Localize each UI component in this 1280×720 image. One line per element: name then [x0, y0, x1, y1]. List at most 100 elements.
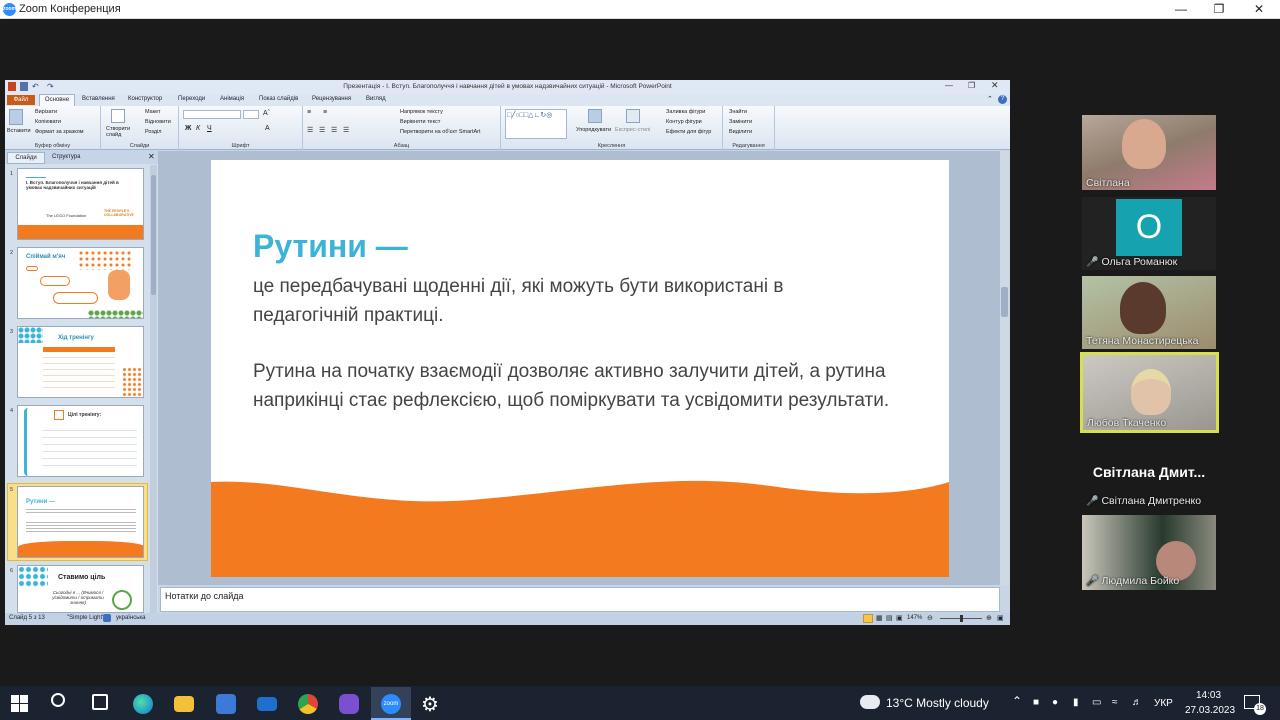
shapes-gallery[interactable]: □╱○□□△∟↻◎	[505, 109, 567, 139]
ppt-close-button[interactable]: ✕	[991, 80, 999, 91]
normal-view-icon[interactable]	[863, 614, 873, 623]
reading-view-icon[interactable]: ▤	[886, 614, 893, 622]
arrange-button[interactable]: Упорядкувати	[576, 127, 611, 133]
smartart-button[interactable]: Перетворити на об'єкт SmartArt	[400, 129, 481, 135]
tab-file[interactable]: Файл	[7, 95, 35, 105]
new-slide-button[interactable]: Створити слайд	[106, 126, 132, 138]
restore-icon[interactable]: ❐	[1204, 1, 1234, 18]
reset-button[interactable]: Відновити	[145, 119, 171, 125]
slide-thumb-6[interactable]: Ставимо ціль Сьогодні я ... (Вчимося / у…	[17, 565, 144, 613]
search-icon[interactable]	[51, 693, 65, 707]
clock-date[interactable]: 27.03.2023	[1185, 705, 1235, 716]
section-button[interactable]: Розділ	[145, 129, 161, 135]
participant-tile-active[interactable]: Любов Ткаченко	[1080, 352, 1219, 433]
slide-thumb-3[interactable]: Хід тренінгу	[17, 326, 144, 398]
store-icon[interactable]	[216, 694, 236, 714]
format-painter-button[interactable]: Формат за зразком	[35, 129, 84, 135]
underline-icon[interactable]: Ч	[207, 125, 212, 132]
chrome-icon[interactable]	[298, 694, 318, 714]
bold-icon[interactable]: Ж	[185, 125, 191, 132]
align-left-icon[interactable]: ☰	[307, 126, 313, 134]
weather-icon[interactable]	[860, 695, 880, 709]
start-icon[interactable]	[11, 695, 28, 712]
shape-outline-button[interactable]: Контур фігури	[666, 119, 702, 125]
battery-icon[interactable]: ▭	[1092, 697, 1101, 708]
paste-button[interactable]: Вставити	[7, 128, 31, 134]
participant-tile[interactable]: Тетяна Монастирецька	[1082, 276, 1216, 349]
editor-scroll-thumb[interactable]	[1001, 287, 1008, 317]
file-explorer-icon[interactable]	[174, 696, 194, 712]
panel-scroll-thumb[interactable]	[151, 175, 156, 295]
bullets-icon[interactable]: ≡	[307, 109, 311, 116]
clock-time[interactable]: 14:03	[1196, 690, 1221, 701]
grow-font-icon[interactable]: Aˆ	[263, 110, 270, 117]
tab-insert[interactable]: Вставлення	[82, 96, 115, 102]
slide-thumb-4[interactable]: Цілі тренінгу:	[17, 405, 144, 477]
tray-icon[interactable]: ■	[1033, 697, 1039, 708]
edge-icon[interactable]	[133, 694, 153, 714]
align-center-icon[interactable]: ☰	[319, 126, 325, 134]
zoom-taskbar-active[interactable]: zoom	[371, 687, 411, 720]
tab-transitions[interactable]: Переходи	[178, 96, 205, 102]
text-direction-button[interactable]: Напрямок тексту	[400, 109, 443, 115]
font-name-select[interactable]	[183, 110, 241, 119]
zoom-slider-thumb[interactable]	[960, 615, 963, 622]
shape-fill-button[interactable]: Заливка фігури	[666, 109, 705, 115]
chevron-up-icon[interactable]: ⌃	[1012, 694, 1022, 708]
editor-scrollbar[interactable]	[1000, 151, 1009, 585]
wifi-icon[interactable]: ≈	[1112, 697, 1118, 708]
slideshow-view-icon[interactable]: ▣	[896, 614, 903, 622]
justify-icon[interactable]: ☰	[343, 126, 349, 134]
italic-icon[interactable]: К	[196, 125, 200, 132]
panel-scrollbar[interactable]	[150, 165, 157, 613]
spellcheck-icon[interactable]	[103, 614, 111, 622]
participant-tile[interactable]: O 🎤 Ольга Романюк	[1082, 197, 1216, 270]
zoom-level[interactable]: 147%	[907, 615, 922, 621]
slide-thumb-2[interactable]: Спіймай м'яч	[17, 247, 144, 319]
settings-gear-icon[interactable]: ⚙	[421, 692, 439, 717]
slide-thumb-1[interactable]: І. Вступ. Благополуччя і навчання дітей …	[17, 168, 144, 240]
current-slide[interactable]: Рутини — це передбачувані щоденні дії, я…	[211, 160, 949, 577]
language-label[interactable]: українська	[116, 615, 146, 621]
close-panel-icon[interactable]: ✕	[148, 152, 155, 161]
arrange-icon[interactable]	[588, 109, 602, 123]
weather-text[interactable]: 13°C Mostly cloudy	[886, 696, 989, 710]
copy-button[interactable]: Копіювати	[35, 119, 61, 125]
slide-thumb-5[interactable]: Рутини —	[17, 486, 144, 558]
tab-slideshow[interactable]: Показ слайдів	[259, 96, 298, 102]
align-right-icon[interactable]: ☰	[331, 126, 337, 134]
notes-field[interactable]: Нотатки до слайда	[160, 587, 1000, 612]
font-color-icon[interactable]: A	[265, 125, 270, 132]
numbering-icon[interactable]: ≡	[323, 109, 327, 116]
shape-effects-button[interactable]: Ефекти для фігур	[666, 129, 711, 135]
select-button[interactable]: Виділити	[729, 129, 752, 135]
tab-animation[interactable]: Анімація	[220, 96, 244, 102]
layout-button[interactable]: Макет	[145, 109, 161, 115]
minimize-button[interactable]: —	[1166, 1, 1196, 18]
participant-tile[interactable]: 🎤 Людмила Бойко	[1082, 515, 1216, 590]
participant-tile[interactable]: Світлана	[1082, 115, 1216, 190]
tab-review[interactable]: Рецензування	[312, 96, 351, 102]
paste-icon[interactable]	[9, 109, 23, 125]
viber-icon[interactable]	[339, 694, 359, 714]
sorter-view-icon[interactable]: ▦	[876, 614, 883, 622]
replace-button[interactable]: Замінити	[729, 119, 752, 125]
ppt-minimize-button[interactable]: —	[945, 81, 953, 90]
ppt-restore-button[interactable]: ❐	[968, 81, 975, 90]
mail-icon[interactable]	[257, 697, 277, 711]
tray-icon[interactable]: ●	[1052, 697, 1058, 708]
fit-window-icon[interactable]: ▣	[997, 614, 1004, 622]
language-indicator[interactable]: УКР	[1154, 698, 1173, 709]
tab-slides[interactable]: Слайди	[7, 152, 45, 164]
zoom-out-icon[interactable]: ⊖	[927, 614, 933, 622]
tab-view[interactable]: Вигляд	[366, 96, 386, 102]
tab-outline[interactable]: Структура	[52, 154, 80, 160]
align-text-button[interactable]: Вирівняти текст	[400, 119, 440, 125]
microphone-icon[interactable]: ▮	[1073, 697, 1079, 708]
tab-home[interactable]: Основне	[39, 94, 75, 106]
volume-icon[interactable]: ♬	[1132, 697, 1142, 708]
tab-design[interactable]: Конструктор	[128, 96, 162, 102]
close-button[interactable]: ✕	[1244, 1, 1274, 18]
new-slide-icon[interactable]	[111, 109, 125, 123]
zoom-in-icon[interactable]: ⊕	[986, 614, 992, 622]
